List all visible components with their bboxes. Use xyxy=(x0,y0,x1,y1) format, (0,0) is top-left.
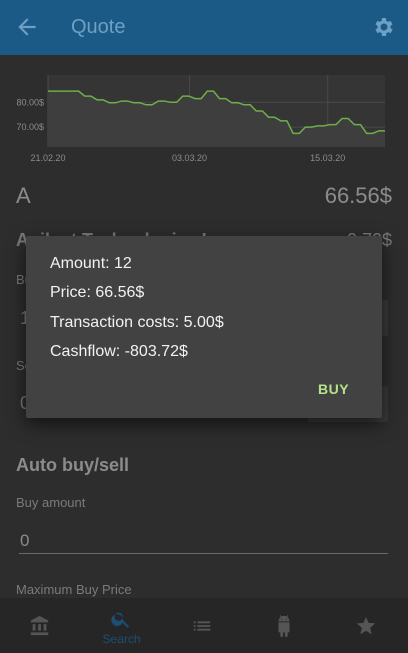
star-icon xyxy=(356,616,376,635)
nav-list[interactable] xyxy=(162,598,243,653)
search-icon xyxy=(111,612,130,628)
price-chart: 80.00$ 70.00$ 21.02.20 03.03.20 15.03.20 xyxy=(16,75,385,163)
gear-icon[interactable] xyxy=(372,15,396,39)
max-buy-price-label: Maximum Buy Price xyxy=(16,582,132,597)
nav-search[interactable]: Search xyxy=(81,598,162,653)
bottom-navigation: Search xyxy=(0,598,408,653)
arrow-back-icon[interactable] xyxy=(14,14,40,40)
auto-section-title: Auto buy/sell xyxy=(16,455,130,475)
buy-amount-label: Buy amount xyxy=(16,495,86,510)
dialog-cashflow: Cashflow: -803.72$ xyxy=(50,343,188,360)
page-title: Quote xyxy=(71,16,126,38)
chart-x-tick-label: 21.02.20 xyxy=(30,153,65,163)
list-icon xyxy=(193,621,211,631)
bank-icon xyxy=(30,615,49,636)
dialog-price: Price: 66.56$ xyxy=(50,284,145,301)
dialog-amount: Amount: 12 xyxy=(50,255,132,272)
android-icon xyxy=(278,615,290,637)
buy-amount-underline xyxy=(19,553,388,554)
app-bar: Quote xyxy=(0,0,408,55)
buy-amount-input[interactable]: 0 xyxy=(20,531,29,551)
chart-x-tick-label: 03.03.20 xyxy=(172,153,207,163)
nav-portfolio[interactable] xyxy=(0,598,81,653)
dialog-buy-button[interactable]: BUY xyxy=(318,381,349,397)
nav-search-label: Search xyxy=(102,632,141,646)
chart-x-tick-label: 15.03.20 xyxy=(310,153,345,163)
chart-y-tick-label: 80.00$ xyxy=(16,97,44,107)
stock-price: 66.56$ xyxy=(324,183,392,208)
dialog-transaction-costs: Transaction costs: 5.00$ xyxy=(50,314,224,331)
nav-bot[interactable] xyxy=(244,598,325,653)
stock-symbol: A xyxy=(16,183,31,208)
chart-y-tick-label: 70.00$ xyxy=(16,122,44,132)
nav-favorites[interactable] xyxy=(326,598,407,653)
confirm-dialog: Amount: 12 Price: 66.56$ Transaction cos… xyxy=(26,236,382,418)
